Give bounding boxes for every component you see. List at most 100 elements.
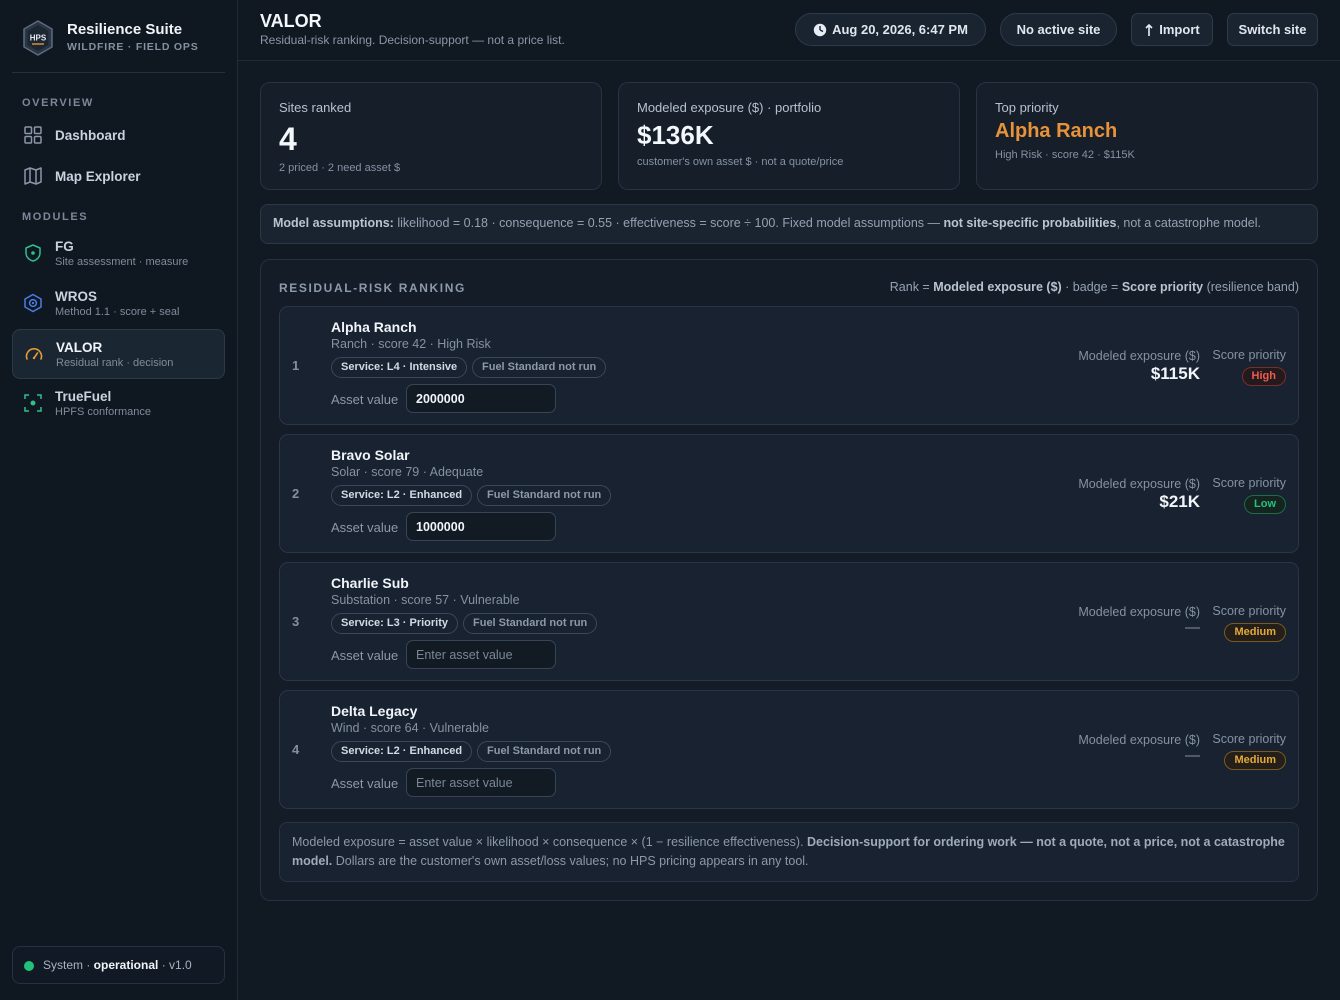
gauge-icon — [25, 348, 43, 360]
exposure-label: Modeled exposure ($) — [1078, 349, 1200, 363]
site-meta: Solar · score 79 · Adequate — [331, 465, 484, 479]
switch-site-label: Switch site — [1238, 22, 1307, 37]
rank-number: 4 — [292, 742, 300, 757]
site-row-delta-legacy[interactable]: 4 Delta Legacy Wind · score 64 · Vulnera… — [279, 690, 1299, 809]
site-name: Charlie Sub — [331, 575, 409, 591]
asset-value-label: Asset value — [331, 520, 399, 535]
site-name: Delta Legacy — [331, 703, 418, 719]
sidebar-item-valor[interactable]: VALOR Residual rank · decision — [12, 329, 225, 379]
stat-note: High Risk · score 42 · $115K — [995, 149, 1135, 161]
stat-label: Sites ranked — [279, 100, 352, 115]
upload-icon — [1145, 23, 1153, 36]
sidebar-item-label: Map Explorer — [55, 169, 141, 184]
stat-value: $136K — [637, 120, 714, 150]
priority-label: Score priority — [1212, 732, 1286, 746]
sidebar-item-label: FG — [55, 239, 74, 254]
brand-title: Resilience Suite — [67, 21, 183, 38]
section-label-modules: MODULES — [22, 211, 89, 223]
active-site-text: No active site — [1016, 22, 1101, 37]
fuel-standard-tag: Fuel Standard not run — [477, 485, 612, 506]
fuel-standard-tag: Fuel Standard not run — [477, 741, 612, 762]
rank-number: 3 — [292, 614, 300, 629]
import-label: Import — [1159, 22, 1200, 37]
datetime-pill[interactable]: Aug 20, 2026, 6:47 PM — [795, 13, 986, 46]
brand-subtitle: WILDFIRE · FIELD OPS — [67, 41, 199, 53]
panel-legend: Rank = Modeled exposure ($) · badge = Sc… — [889, 280, 1299, 294]
site-meta: Ranch · score 42 · High Risk — [331, 337, 491, 351]
top-header: VALOR Residual-risk ranking. Decision-su… — [238, 0, 1340, 61]
asset-value-label: Asset value — [331, 776, 399, 791]
exposure-value: $21K — [1159, 492, 1200, 511]
rank-number: 2 — [292, 486, 300, 501]
sidebar-item-label: Dashboard — [55, 128, 126, 143]
scan-icon — [24, 394, 42, 412]
site-row-bravo-solar[interactable]: 2 Bravo Solar Solar · score 79 · Adequat… — [279, 434, 1299, 553]
asset-value-input[interactable] — [406, 512, 556, 541]
asset-value-input[interactable] — [406, 768, 556, 797]
service-tag: Service: L2 · Enhanced — [331, 485, 473, 506]
site-meta: Substation · score 57 · Vulnerable — [331, 593, 520, 607]
import-button[interactable]: Import — [1131, 13, 1213, 46]
exposure-value: $115K — [1150, 364, 1200, 383]
page-title: VALOR — [260, 11, 322, 31]
priority-label: Score priority — [1212, 604, 1286, 618]
map-icon — [24, 167, 42, 185]
shield-icon — [25, 244, 41, 262]
section-label-overview: OVERVIEW — [22, 97, 94, 109]
system-status: System · operational · v1.0 — [12, 946, 225, 984]
priority-badge: Low — [1244, 495, 1286, 514]
panel-title: RESIDUAL-RISK RANKING — [279, 281, 466, 295]
rank-number: 1 — [292, 358, 300, 373]
stat-label: Top priority — [995, 100, 1059, 115]
sidebar-item-truefuel[interactable]: TrueFuel HPFS conformance — [12, 380, 225, 426]
exposure-label: Modeled exposure ($) — [1078, 477, 1200, 491]
sidebar-item-map-explorer[interactable]: Map Explorer — [12, 157, 225, 195]
sidebar-item-sublabel: Method 1.1 · score + seal — [55, 306, 180, 318]
stat-value: 4 — [279, 121, 297, 157]
fuel-standard-tag: Fuel Standard not run — [472, 357, 607, 378]
stat-card-top-priority: Top priority Alpha Ranch High Risk · sco… — [976, 82, 1318, 190]
target-icon — [24, 293, 42, 313]
status-text: System · operational · v1.0 — [43, 958, 192, 972]
exposure-label: Modeled exposure ($) — [1078, 733, 1200, 747]
asset-value-label: Asset value — [331, 392, 399, 407]
sidebar: HPS Resilience Suite WILDFIRE · FIELD OP… — [0, 0, 238, 1000]
stat-note: 2 priced · 2 need asset $ — [279, 162, 401, 174]
priority-badge: Medium — [1224, 623, 1286, 642]
site-name: Alpha Ranch — [331, 319, 417, 335]
service-tag: Service: L4 · Intensive — [331, 357, 468, 378]
priority-label: Score priority — [1212, 476, 1286, 490]
status-dot-icon — [24, 961, 34, 971]
brand[interactable]: HPS Resilience Suite WILDFIRE · FIELD OP… — [22, 20, 226, 56]
residual-risk-ranking-panel: RESIDUAL-RISK RANKING Rank = Modeled exp… — [260, 259, 1318, 901]
active-site-pill[interactable]: No active site — [1000, 13, 1117, 46]
switch-site-button[interactable]: Switch site — [1227, 13, 1318, 46]
site-name: Bravo Solar — [331, 447, 410, 463]
service-tag: Service: L3 · Priority — [331, 613, 458, 634]
stat-card-sites-ranked: Sites ranked 4 2 priced · 2 need asset $ — [260, 82, 602, 190]
asset-value-input[interactable] — [406, 640, 556, 669]
sidebar-item-label: TrueFuel — [55, 389, 112, 404]
service-tag: Service: L2 · Enhanced — [331, 741, 473, 762]
sidebar-item-sublabel: Site assessment · measure — [55, 256, 189, 268]
stat-value: Alpha Ranch — [995, 120, 1118, 142]
exposure-value-empty: — — [1185, 619, 1200, 636]
priority-badge: High — [1241, 367, 1286, 386]
sidebar-item-label: VALOR — [56, 340, 103, 355]
site-row-charlie-sub[interactable]: 3 Charlie Sub Substation · score 57 · Vu… — [279, 562, 1299, 681]
sidebar-item-sublabel: HPFS conformance — [55, 406, 151, 418]
dashboard-grid-icon — [24, 126, 42, 144]
divider — [12, 72, 225, 73]
asset-value-input[interactable] — [406, 384, 556, 413]
sidebar-item-dashboard[interactable]: Dashboard — [12, 116, 225, 154]
fuel-standard-tag: Fuel Standard not run — [463, 613, 598, 634]
site-row-alpha-ranch[interactable]: 1 Alpha Ranch Ranch · score 42 · High Ri… — [279, 306, 1299, 425]
asset-value-label: Asset value — [331, 648, 399, 663]
sidebar-item-sublabel: Residual rank · decision — [56, 357, 174, 369]
stat-note: customer's own asset $ · not a quote/pri… — [637, 156, 844, 168]
sidebar-item-fg[interactable]: FG Site assessment · measure — [12, 230, 225, 276]
hps-logo-icon: HPS — [23, 20, 53, 56]
sidebar-item-wros[interactable]: WROS Method 1.1 · score + seal — [12, 280, 225, 326]
site-meta: Wind · score 64 · Vulnerable — [331, 721, 489, 735]
exposure-value-empty: — — [1185, 747, 1200, 764]
